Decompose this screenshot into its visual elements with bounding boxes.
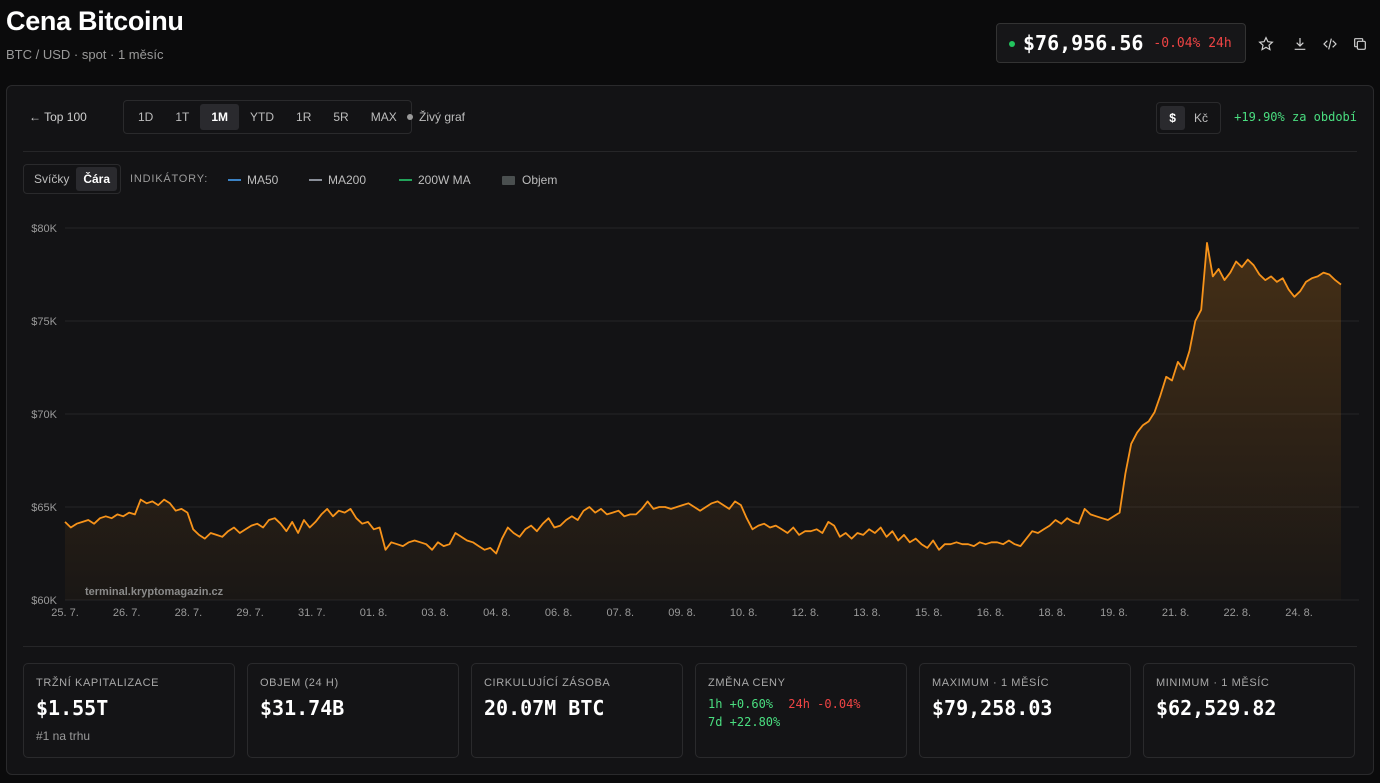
y-tick-label: $70K	[31, 409, 57, 421]
indicators-label: INDIKÁTORY:	[130, 173, 209, 185]
indicator-ma50-label: MA50	[247, 173, 279, 187]
x-tick-label: 12. 8.	[792, 607, 820, 619]
timeframe-ytd[interactable]: YTD	[239, 104, 285, 130]
back-to-top100-link[interactable]: ← Top 100	[29, 110, 87, 124]
timeframe-max[interactable]: MAX	[360, 104, 408, 130]
stat-price-change: ZMĚNA CENY 1h +0.60% 24h -0.04% 7d +22.8…	[695, 663, 907, 758]
stat-value: $62,529.82	[1156, 696, 1277, 720]
stat-value: $79,258.03	[932, 696, 1053, 720]
x-tick-label: 29. 7.	[236, 607, 264, 619]
y-tick-label: $80K	[31, 223, 57, 235]
x-tick-label: 13. 8.	[853, 607, 881, 619]
change-7d: 7d +22.80%	[708, 715, 781, 729]
change-24h: 24h -0.04%	[788, 697, 861, 711]
stat-label: MAXIMUM · 1 MĚSÍC	[932, 677, 1050, 689]
indicator-ma50[interactable]: MA50	[228, 173, 278, 187]
x-tick-label: 25. 7.	[51, 607, 79, 619]
x-tick-label: 19. 8.	[1100, 607, 1128, 619]
x-tick-label: 18. 8.	[1038, 607, 1066, 619]
x-tick-label: 21. 8.	[1162, 607, 1190, 619]
x-tick-label: 16. 8.	[977, 607, 1005, 619]
x-tick-label: 26. 7.	[113, 607, 141, 619]
change-1h: 1h +0.60%	[708, 697, 774, 711]
indicator-200w-ma-label: 200W MA	[418, 173, 471, 187]
x-tick-label: 09. 8.	[668, 607, 696, 619]
x-tick-label: 31. 7.	[298, 607, 326, 619]
page-title: Cena Bitcoinu	[6, 6, 184, 36]
stat-sub: #1 na trhu	[36, 729, 91, 743]
x-tick-label: 10. 8.	[730, 607, 758, 619]
period-change: +19.90% za období	[1234, 110, 1357, 124]
chart-type-selector: Svíčky Čára	[23, 164, 122, 194]
live-dot-icon	[407, 114, 413, 120]
chart-type-line[interactable]: Čára	[76, 167, 118, 191]
y-tick-label: $75K	[31, 316, 57, 328]
x-tick-label: 06. 8.	[545, 607, 573, 619]
stat-min-1m: MINIMUM · 1 MĚSÍC $62,529.82	[1143, 663, 1355, 758]
ma200-swatch	[309, 179, 322, 181]
x-tick-label: 22. 8.	[1224, 607, 1252, 619]
stat-max-1m: MAXIMUM · 1 MĚSÍC $79,258.03	[919, 663, 1131, 758]
live-chart-toggle[interactable]: Živý graf	[407, 110, 465, 124]
200w-ma-swatch	[399, 179, 412, 181]
stat-label: MINIMUM · 1 MĚSÍC	[1156, 677, 1270, 689]
live-dot-icon	[1009, 41, 1015, 47]
chart-panel: ← Top 100 1D 1T 1M YTD 1R 5R MAX Živý gr…	[6, 85, 1374, 775]
timeframe-1d[interactable]: 1D	[127, 104, 164, 130]
toolbar-divider	[23, 151, 1357, 152]
star-icon[interactable]	[1255, 33, 1277, 55]
stats-cards: TRŽNÍ KAPITALIZACE $1.55T #1 na trhu OBJ…	[23, 663, 1355, 758]
indicator-volume[interactable]: Objem	[502, 173, 557, 187]
download-icon[interactable]	[1289, 33, 1311, 55]
x-tick-label: 28. 7.	[175, 607, 203, 619]
timeframe-1m[interactable]: 1M	[200, 104, 240, 130]
price-chart[interactable]: $80K $75K $70K $65K $60K 25. 7. 26. 7. 28. 7. 2…	[7, 206, 1373, 626]
x-tick-label: 24. 8.	[1285, 607, 1313, 619]
stat-value: 20.07M BTC	[484, 696, 605, 720]
indicator-ma200[interactable]: MA200	[309, 173, 366, 187]
embed-code-icon[interactable]	[1319, 33, 1341, 55]
stat-label: OBJEM (24 H)	[260, 677, 339, 689]
stat-label: CIRKULUJÍCÍ ZÁSOBA	[484, 677, 611, 689]
currency-selector: $ Kč	[1156, 102, 1221, 134]
chart-toolbar: ← Top 100 1D 1T 1M YTD 1R 5R MAX Živý gr…	[23, 100, 1357, 136]
indicator-volume-label: Objem	[522, 173, 558, 187]
timeframe-1r[interactable]: 1R	[285, 104, 322, 130]
stat-circulating-supply: CIRKULUJÍCÍ ZÁSOBA 20.07M BTC	[471, 663, 683, 758]
x-tick-label: 03. 8.	[421, 607, 449, 619]
page-subtitle: BTC / USD · spot · 1 měsíc	[6, 47, 164, 62]
copy-icon[interactable]	[1349, 33, 1371, 55]
currency-czk[interactable]: Kč	[1185, 106, 1217, 130]
timeframe-selector: 1D 1T 1M YTD 1R 5R MAX	[123, 100, 412, 134]
price-change-24h: -0.04% 24h	[1153, 35, 1232, 51]
live-chart-label: Živý graf	[419, 110, 466, 124]
stat-label: ZMĚNA CENY	[708, 677, 786, 689]
timeframe-1t[interactable]: 1T	[164, 104, 200, 130]
timeframe-5r[interactable]: 5R	[322, 104, 359, 130]
chart-type-candles[interactable]: Svíčky	[27, 167, 76, 191]
stat-label: TRŽNÍ KAPITALIZACE	[36, 677, 160, 689]
x-tick-label: 15. 8.	[915, 607, 943, 619]
x-tick-label: 01. 8.	[360, 607, 388, 619]
current-price: $76,956.56	[1023, 31, 1144, 55]
volume-swatch	[502, 175, 515, 185]
indicator-bar: Svíčky Čára INDIKÁTORY: MA50 MA200 200W …	[23, 164, 1357, 194]
chart-watermark: terminal.kryptomagazin.cz	[85, 586, 224, 598]
currency-usd[interactable]: $	[1160, 106, 1185, 130]
x-tick-label: 04. 8.	[483, 607, 511, 619]
stat-volume-24h: OBJEM (24 H) $31.74B	[247, 663, 459, 758]
ma50-swatch	[228, 179, 241, 181]
indicator-ma200-label: MA200	[328, 173, 367, 187]
stat-value: $1.55T	[36, 696, 109, 720]
indicator-200w-ma[interactable]: 200W MA	[399, 173, 471, 187]
stat-market-cap: TRŽNÍ KAPITALIZACE $1.55T #1 na trhu	[23, 663, 235, 758]
y-tick-label: $65K	[31, 502, 57, 514]
stat-value: $31.74B	[260, 696, 345, 720]
y-tick-label: $60K	[31, 595, 57, 607]
x-tick-label: 07. 8.	[607, 607, 635, 619]
chart-divider	[23, 646, 1357, 647]
price-ticker: $76,956.56 -0.04% 24h	[996, 23, 1246, 63]
